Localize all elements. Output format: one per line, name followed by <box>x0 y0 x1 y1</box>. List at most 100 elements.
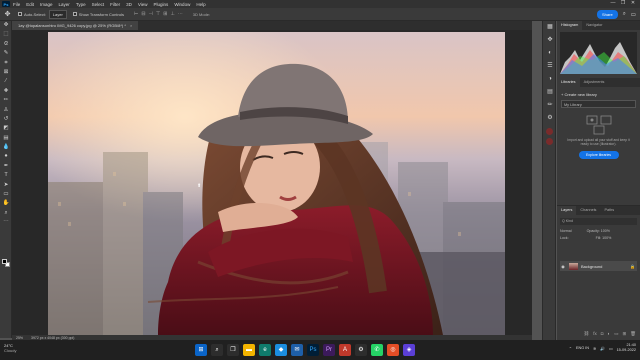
trash-icon[interactable]: 🗑 <box>630 331 636 338</box>
move-tool-icon[interactable]: ✥ <box>3 10 12 19</box>
blend-mode-dropdown[interactable]: Normal <box>560 229 572 233</box>
type-tool-icon[interactable]: T <box>0 171 12 180</box>
menu-window[interactable]: Window <box>174 2 190 7</box>
tab-libraries[interactable]: Libraries <box>557 78 580 87</box>
close-tab-icon[interactable]: × <box>130 23 132 28</box>
foreground-color-swatch[interactable] <box>2 259 7 264</box>
explore-libraries-button[interactable]: Explore libraries <box>578 150 619 159</box>
menu-edit[interactable]: Edit <box>26 2 34 7</box>
menu-select[interactable]: Select <box>92 2 105 7</box>
link-layers-icon[interactable]: ⛓ <box>584 331 590 338</box>
quick-select-tool-icon[interactable]: ✎ <box>0 49 12 58</box>
zoom-level[interactable]: 25% <box>16 336 23 340</box>
fill-field[interactable]: Fill: 100% <box>596 236 612 240</box>
photoshop-taskbar-icon[interactable]: Ps <box>307 344 319 356</box>
gradient-tool-icon[interactable]: ▤ <box>0 134 12 143</box>
group-icon[interactable]: ▭ <box>614 331 618 338</box>
battery-icon[interactable]: ▭ <box>609 346 613 351</box>
weather-widget[interactable]: 24°C Cloudy <box>4 343 16 353</box>
visibility-eye-icon[interactable]: ◉ <box>560 264 566 269</box>
healing-brush-tool-icon[interactable]: ✚ <box>0 87 12 96</box>
whatsapp-icon[interactable]: ✆ <box>371 344 383 356</box>
search-taskbar-icon[interactable]: ⌕ <box>211 344 223 356</box>
more-tools-icon[interactable]: ⋯ <box>0 218 12 227</box>
tab-navigator[interactable]: Navigator <box>582 21 606 30</box>
brush-tool-icon[interactable]: ✏ <box>0 96 12 105</box>
windows-start-icon[interactable]: ⊞ <box>195 344 207 356</box>
clone-stamp-tool-icon[interactable]: ♙ <box>0 106 12 115</box>
show-transform-checkbox[interactable] <box>72 12 77 16</box>
align-right-icon[interactable]: ⊣ <box>149 11 153 17</box>
volume-icon[interactable]: 🔊 <box>600 346 605 351</box>
path-selection-tool-icon[interactable]: ➤ <box>0 181 12 190</box>
fx-icon[interactable]: fx <box>593 331 597 338</box>
blur-tool-icon[interactable]: 💧 <box>0 143 12 152</box>
libraries-panel-icon[interactable]: ☰ <box>543 60 557 73</box>
document-image[interactable] <box>48 32 505 335</box>
canvas-area[interactable]: ⬆ <box>12 30 532 335</box>
menu-type[interactable]: Type <box>76 2 86 7</box>
show-transform-option[interactable]: Show Transform Controls <box>72 12 124 17</box>
tab-channels[interactable]: Channels <box>576 206 600 215</box>
tab-histogram[interactable]: Histogram <box>557 21 583 30</box>
close-button[interactable]: ✕ <box>628 0 638 8</box>
language-indicator[interactable]: ENG IN <box>576 346 589 350</box>
file-explorer-icon[interactable]: ▬ <box>243 344 255 356</box>
minimize-button[interactable]: — <box>608 0 618 8</box>
acrobat-icon[interactable]: A <box>339 344 351 356</box>
hand-tool-icon[interactable]: ✋ <box>0 199 12 208</box>
opacity-field[interactable]: Opacity: 100% <box>587 229 610 233</box>
align-middle-icon[interactable]: ⊞ <box>163 11 167 17</box>
rectangle-tool-icon[interactable]: ▭ <box>0 190 12 199</box>
settings-icon[interactable]: ⚙ <box>355 344 367 356</box>
tab-paths[interactable]: Paths <box>600 206 618 215</box>
menu-plugins[interactable]: Plugins <box>154 2 169 7</box>
mail-icon[interactable]: ✉ <box>291 344 303 356</box>
menu-file[interactable]: File <box>13 2 20 7</box>
auto-select-checkbox[interactable] <box>18 12 22 16</box>
marquee-tool-icon[interactable]: ⬚ <box>0 30 12 39</box>
app-icon[interactable]: ◈ <box>403 344 415 356</box>
properties-panel-icon[interactable]: ▤ <box>543 86 557 99</box>
menu-view[interactable]: View <box>138 2 148 7</box>
library-select[interactable]: My Library <box>561 100 636 108</box>
pen-tool-icon[interactable]: ✒ <box>0 162 12 171</box>
tray-chevron-icon[interactable]: ⌃ <box>569 346 572 351</box>
avatar-icon[interactable] <box>545 128 553 135</box>
align-left-icon[interactable]: ⊢ <box>134 11 138 17</box>
create-library-link[interactable]: + Create new library <box>561 92 636 97</box>
layer-row[interactable]: ◉ Background 🔒 <box>560 261 637 271</box>
search-icon[interactable]: ⌕ <box>623 11 626 18</box>
wifi-icon[interactable]: ≋ <box>593 346 596 351</box>
tools-presets-icon[interactable]: ⚙ <box>543 112 557 125</box>
edge-icon[interactable]: e <box>259 344 271 356</box>
menu-filter[interactable]: Filter <box>110 2 120 7</box>
more-options-icon[interactable]: ⋯ <box>178 11 183 17</box>
crop-tool-icon[interactable]: ⌗ <box>0 59 12 68</box>
move-tool-icon[interactable]: ✥ <box>0 21 12 30</box>
workspace-icon[interactable]: ▭ <box>631 12 636 18</box>
layer-dropdown[interactable]: Layer <box>48 9 67 19</box>
history-brush-tool-icon[interactable]: ↺ <box>0 115 12 124</box>
avatar-icon-2[interactable] <box>545 138 553 145</box>
menu-layer[interactable]: Layer <box>59 2 70 7</box>
histogram-panel-icon[interactable]: ▦ <box>543 21 557 34</box>
chrome-icon[interactable]: ◎ <box>387 344 399 356</box>
store-icon[interactable]: ◆ <box>275 344 287 356</box>
document-tab[interactable]: 1ay @topalansonhtro IMG_9426 copy.jpg @ … <box>12 21 139 30</box>
eyedropper-tool-icon[interactable]: ⁄ <box>0 77 12 86</box>
frame-tool-icon[interactable]: ⊠ <box>0 68 12 77</box>
eraser-tool-icon[interactable]: ◩ <box>0 124 12 133</box>
tab-layers[interactable]: Layers <box>557 206 577 215</box>
auto-select-option[interactable]: Auto-Select: Layer <box>18 9 67 19</box>
maximize-button[interactable]: ❐ <box>618 0 628 8</box>
task-view-icon[interactable]: ❐ <box>227 344 239 356</box>
align-bottom-icon[interactable]: ⊥ <box>170 11 174 17</box>
lasso-tool-icon[interactable]: ᘓ <box>0 40 12 49</box>
dodge-tool-icon[interactable]: ● <box>0 152 12 161</box>
color-panel-icon[interactable]: ◐ <box>543 47 557 60</box>
adjustments-panel-icon[interactable]: ◑ <box>543 73 557 86</box>
layer-kind-filter[interactable]: Q Kind <box>560 218 637 225</box>
mask-icon[interactable]: ◘ <box>601 331 604 338</box>
navigator-panel-icon[interactable]: ✥ <box>543 34 557 47</box>
